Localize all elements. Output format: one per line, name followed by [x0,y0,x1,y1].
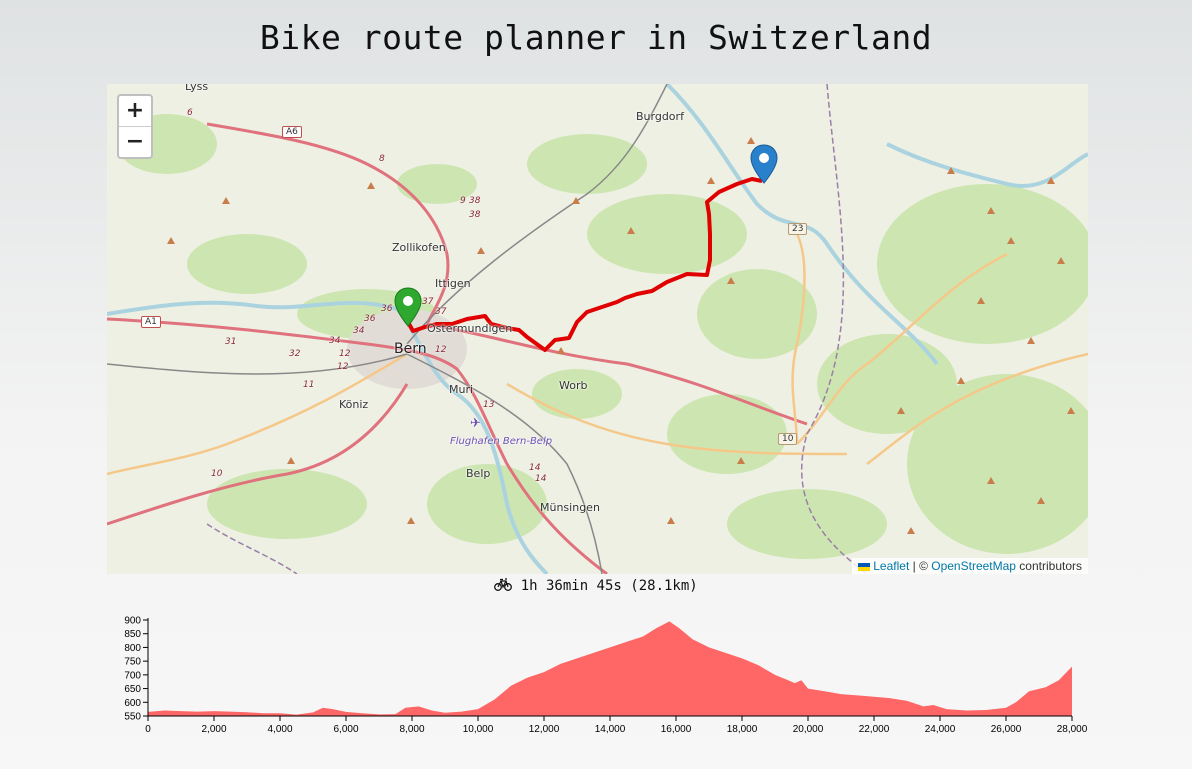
road-number-38b: 38 [469,210,481,220]
road-label-a1: A1 [141,316,161,328]
road-number-32: 32 [289,349,301,359]
place-worb: Worb [559,379,588,392]
elevation-plot: 0 2,000 4,000 6,000 8,000 10,000 12,000 14,000 1… [124,616,1087,736]
x-tick-label: 0 [145,724,151,735]
y-tick-label: 600 [124,698,141,709]
end-marker-icon[interactable] [750,144,778,184]
road-number-12c: 12 [435,345,447,355]
map-attribution: Leaflet | © OpenStreetMap contributors [852,558,1088,574]
place-munsingen: Münsingen [540,501,600,514]
attribution-suffix: contributors [1015,559,1082,573]
road-number-12a: 12 [339,349,351,359]
road-number-11: 11 [303,380,315,390]
y-tick-label: 850 [124,629,141,640]
y-tick-label: 650 [124,684,141,695]
road-number-8: 8 [379,154,385,164]
ukraine-flag-icon [858,562,871,571]
x-tick-label: 28,000 [1057,724,1088,735]
x-tick-label: 22,000 [859,724,890,735]
zoom-control: + − [117,94,153,159]
x-tick-label: 12,000 [529,724,560,735]
road-number-34b: 34 [353,326,365,336]
road-number-34a: 34 [329,336,341,346]
y-tick-label: 750 [124,657,141,668]
road-number-10: 10 [211,469,223,479]
x-tick-label: 18,000 [727,724,758,735]
y-tick-label: 900 [124,616,141,627]
road-number-14b: 14 [535,474,547,484]
x-tick-label: 16,000 [661,724,692,735]
attribution-separator: | © [909,559,932,573]
leaflet-link[interactable]: Leaflet [873,559,909,573]
route-summary: 1h 36min 45s (28.1km) [0,578,1192,594]
x-tick-label: 2,000 [201,724,226,735]
place-koniz: Köniz [339,398,369,411]
place-airport: Flughafen Bern-Belp [450,436,553,447]
airplane-icon: ✈ [470,416,481,431]
osm-link[interactable]: OpenStreetMap [931,559,1016,573]
road-number-13: 13 [483,400,495,410]
zoom-in-button[interactable]: + [119,96,151,127]
y-tick-label: 550 [124,712,141,723]
x-tick-label: 26,000 [991,724,1022,735]
route-map[interactable]: Lyss Burgdorf Zollikofen Ittigen Ostermu… [107,84,1088,574]
y-tick-label: 800 [124,643,141,654]
x-tick-label: 8,000 [399,724,424,735]
zoom-out-button[interactable]: − [119,127,151,157]
page-title: Bike route planner in Switzerland [259,18,933,57]
y-tick-label: 700 [124,670,141,681]
x-tick-label: 4,000 [267,724,292,735]
place-zollikofen: Zollikofen [392,241,446,254]
road-number-37b: 37 [435,307,447,317]
road-number-12b: 12 [337,362,349,372]
place-muri: Muri [449,383,474,396]
elevation-chart[interactable]: 0 2,000 4,000 6,000 8,000 10,000 12,000 14,000 1… [107,608,1092,738]
road-number-38a: 38 [469,196,481,206]
road-number-9: 9 [460,196,466,206]
x-tick-label: 6,000 [333,724,358,735]
place-ittigen: Ittigen [435,277,471,290]
elevation-area [148,621,1072,716]
x-tick-label: 14,000 [595,724,626,735]
place-lyss: Lyss [185,84,209,93]
road-label-23: 23 [788,223,808,235]
road-number-36a: 36 [364,314,376,324]
road-number-31: 31 [225,337,237,347]
place-ostermundigen: Ostermundigen [427,322,513,335]
place-burgdorf: Burgdorf [636,110,684,123]
road-number-36b: 36 [381,304,393,314]
road-number-6: 6 [187,108,193,118]
road-label-10: 10 [778,433,798,445]
road-number-37a: 37 [422,297,434,307]
x-tick-label: 24,000 [925,724,956,735]
place-bern: Bern [394,341,427,357]
x-tick-label: 20,000 [793,724,824,735]
road-label-a6: A6 [282,126,302,138]
bicycle-icon [494,578,513,591]
route-summary-text: 1h 36min 45s (28.1km) [520,578,698,594]
place-belp: Belp [466,467,491,480]
road-number-14a: 14 [529,463,541,473]
x-tick-label: 10,000 [463,724,494,735]
start-marker-icon[interactable] [394,287,422,327]
